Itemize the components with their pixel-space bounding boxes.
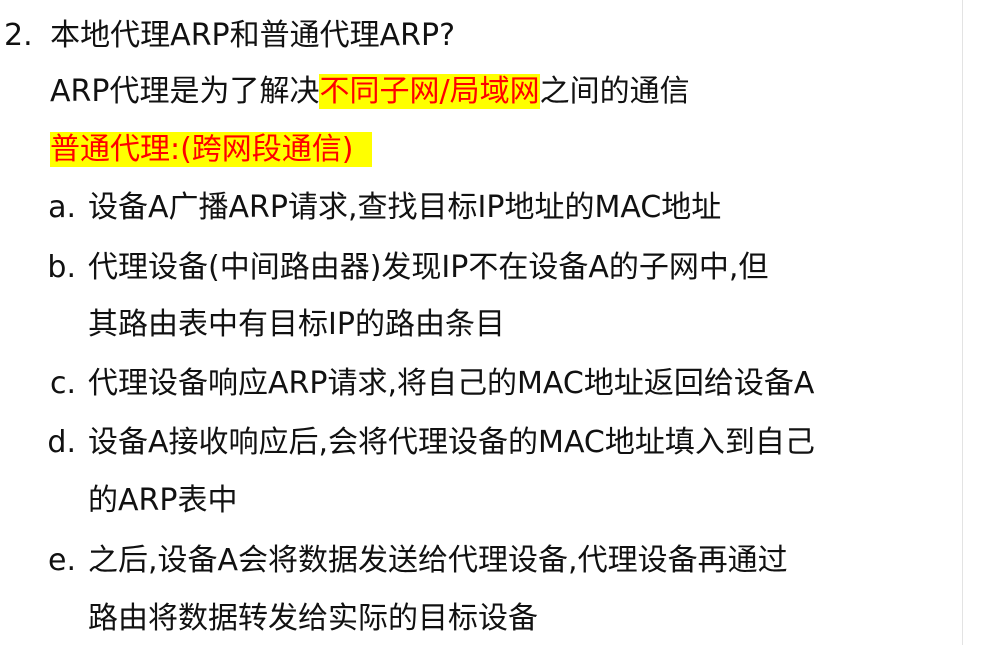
intro-suffix: 之间的通信 (539, 74, 690, 109)
list-marker: b. (47, 250, 76, 285)
list-item-continuation: 路由将数据转发给实际的目标设备 (88, 601, 538, 636)
intro-prefix: ARP代理是为了解决 (50, 74, 320, 109)
list-marker: d. (47, 425, 76, 460)
document-page: 2. 本地代理ARP和普通代理ARP? ARP代理是为了解决不同子网/局域网之间… (0, 0, 994, 645)
list-item-text: 设备A接收响应后,会将代理设备的MAC地址填入到自己 (88, 425, 815, 460)
list-item-text: 代理设备响应ARP请求,将自己的MAC地址返回给设备A (88, 366, 815, 401)
section-heading: 普通代理:(跨网段通信) (50, 132, 372, 167)
question-title: 本地代理ARP和普通代理ARP? (50, 18, 456, 53)
list-item-continuation: 的ARP表中 (88, 483, 238, 518)
list-item-text: 代理设备(中间路由器)发现IP不在设备A的子网中,但 (88, 250, 769, 285)
list-item-continuation: 其路由表中有目标IP的路由条目 (88, 307, 505, 342)
intro-highlight: 不同子网/局域网 (319, 74, 540, 109)
list-marker: e. (48, 543, 76, 578)
list-item-text: 设备A广播ARP请求,查找目标IP地址的MAC地址 (88, 190, 722, 225)
page-edge-divider (962, 0, 963, 645)
list-marker: c. (49, 366, 76, 401)
question-line: 2. 本地代理ARP和普通代理ARP? (4, 14, 455, 58)
list-item-text: 之后,设备A会将数据发送给代理设备,代理设备再通过 (88, 543, 788, 578)
intro-line: ARP代理是为了解决不同子网/局域网之间的通信 (50, 70, 690, 114)
list-marker: a. (48, 190, 76, 225)
question-number: 2. (4, 18, 33, 53)
section-heading-line: 普通代理:(跨网段通信) (50, 128, 372, 172)
